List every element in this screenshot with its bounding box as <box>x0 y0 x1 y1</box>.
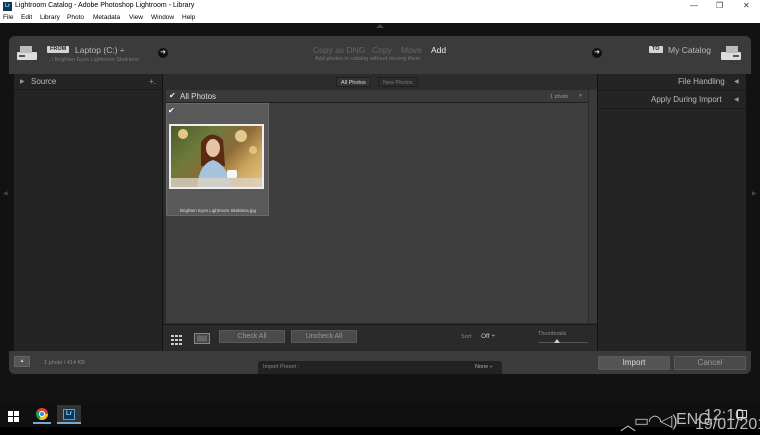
photo-count: 1 photo <box>550 94 569 100</box>
collapse-right-icon[interactable]: ▶ <box>752 190 757 197</box>
volume-icon[interactable]: ◁) <box>660 411 678 431</box>
menu-library[interactable]: Library <box>40 14 60 21</box>
minimize-dialog-button[interactable]: ▲ <box>14 356 30 367</box>
grid-view-icon[interactable] <box>171 332 185 350</box>
source-path: ...\ Brighten Eyes Lightroom Skeklens <box>47 57 139 63</box>
slider-handle[interactable] <box>554 339 560 343</box>
check-all-button[interactable]: Check All <box>219 330 285 343</box>
from-tag: FROM <box>47 46 70 53</box>
window-title-bar: Lr Lightroom Catalog - Adobe Photoshop L… <box>0 0 760 13</box>
source-panel-title[interactable]: Source <box>31 77 56 86</box>
source-selector[interactable]: Laptop (C:) ÷ <box>75 45 125 55</box>
menu-metadata[interactable]: Metadata <box>93 14 120 21</box>
mode-add[interactable]: Add <box>431 45 446 55</box>
file-handling-title[interactable]: File Handling <box>678 77 725 86</box>
chrome-taskbar-button[interactable] <box>33 406 51 424</box>
mode-copy-as-dng[interactable]: Copy as DNG <box>313 45 365 55</box>
sort-label: Sort: <box>461 334 473 340</box>
minimize-icon[interactable]: — <box>690 1 698 10</box>
grid-header <box>166 90 588 103</box>
arrow-right-icon: ➜ <box>158 48 168 58</box>
restore-icon[interactable]: ❐ <box>716 1 723 10</box>
grid-scrollbar[interactable] <box>589 90 597 323</box>
import-summary: 1 photo / 414 KB <box>44 360 85 366</box>
chevron-down-icon[interactable]: ▼ <box>578 93 583 99</box>
sort-select[interactable]: Off ÷ <box>481 333 495 340</box>
add-source-icon[interactable]: +. <box>149 77 156 86</box>
menu-view[interactable]: View <box>129 14 143 21</box>
lightroom-app-icon: Lr <box>3 2 12 11</box>
lightroom-taskbar-button[interactable]: Lr <box>57 405 81 424</box>
collapse-triangle-icon[interactable]: ◀ <box>734 96 739 103</box>
arrow-right-icon: ➜ <box>592 48 602 58</box>
left-panel <box>14 74 162 351</box>
grid-header-label: All Photos <box>180 92 217 101</box>
thumbnail-size-slider[interactable] <box>538 342 588 343</box>
lightroom-app-icon: Lr <box>63 409 75 420</box>
right-panel <box>598 74 746 351</box>
menu-bar: File Edit Library Photo Metadata View Wi… <box>0 13 760 23</box>
mode-description: Add photos to catalog without moving the… <box>315 56 421 62</box>
tab-all-photos[interactable]: All Photos <box>336 77 371 87</box>
divider <box>598 90 746 91</box>
import-preset-select[interactable]: None ÷ <box>475 364 493 370</box>
collapse-left-icon[interactable]: ◀ <box>3 190 8 197</box>
menu-help[interactable]: Help <box>182 14 195 21</box>
tab-new-photos[interactable]: New Photos <box>378 77 418 87</box>
mode-move[interactable]: Move <box>401 45 422 55</box>
uncheck-all-button[interactable]: Uncheck All <box>291 330 357 343</box>
clock-date[interactable]: 19/01/2018 <box>695 416 760 434</box>
select-all-checkbox[interactable]: ✔ <box>169 91 176 100</box>
apply-during-import-title[interactable]: Apply During Import <box>651 95 722 104</box>
import-source-strip <box>9 36 751 74</box>
source-drive-icon <box>16 44 38 60</box>
photo-thumbnail[interactable] <box>169 124 264 189</box>
windows-start-icon[interactable] <box>8 409 19 427</box>
menu-photo[interactable]: Photo <box>67 14 84 21</box>
battery-icon[interactable]: ▭ <box>634 411 649 431</box>
mode-copy[interactable]: Copy <box>372 45 392 55</box>
cancel-button[interactable]: Cancel <box>674 356 746 370</box>
photo-checkbox[interactable]: ✔ <box>168 106 175 115</box>
expand-triangle-icon[interactable]: ▶ <box>20 78 25 85</box>
divider <box>14 89 162 90</box>
notifications-icon[interactable] <box>737 410 747 418</box>
catalog-drive-icon <box>720 44 742 60</box>
window-title: Lightroom Catalog - Adobe Photoshop Ligh… <box>15 2 195 9</box>
menu-window[interactable]: Window <box>151 14 174 21</box>
import-preset-label: Import Preset : <box>263 364 300 370</box>
close-icon[interactable]: ✕ <box>743 1 750 10</box>
loupe-view-icon[interactable] <box>194 331 210 349</box>
collapse-top-icon[interactable] <box>376 24 384 28</box>
collapse-triangle-icon[interactable]: ◀ <box>734 78 739 85</box>
to-tag: TO <box>649 46 663 53</box>
menu-file[interactable]: File <box>3 14 13 21</box>
photo-filename: Brighten Eyes Lightroom Skeklens.jpg <box>179 208 257 213</box>
menu-edit[interactable]: Edit <box>21 14 32 21</box>
import-button[interactable]: Import <box>598 356 670 370</box>
divider <box>598 108 746 109</box>
thumbnails-label: Thumbnails <box>538 331 567 337</box>
destination-catalog: My Catalog <box>668 45 711 55</box>
